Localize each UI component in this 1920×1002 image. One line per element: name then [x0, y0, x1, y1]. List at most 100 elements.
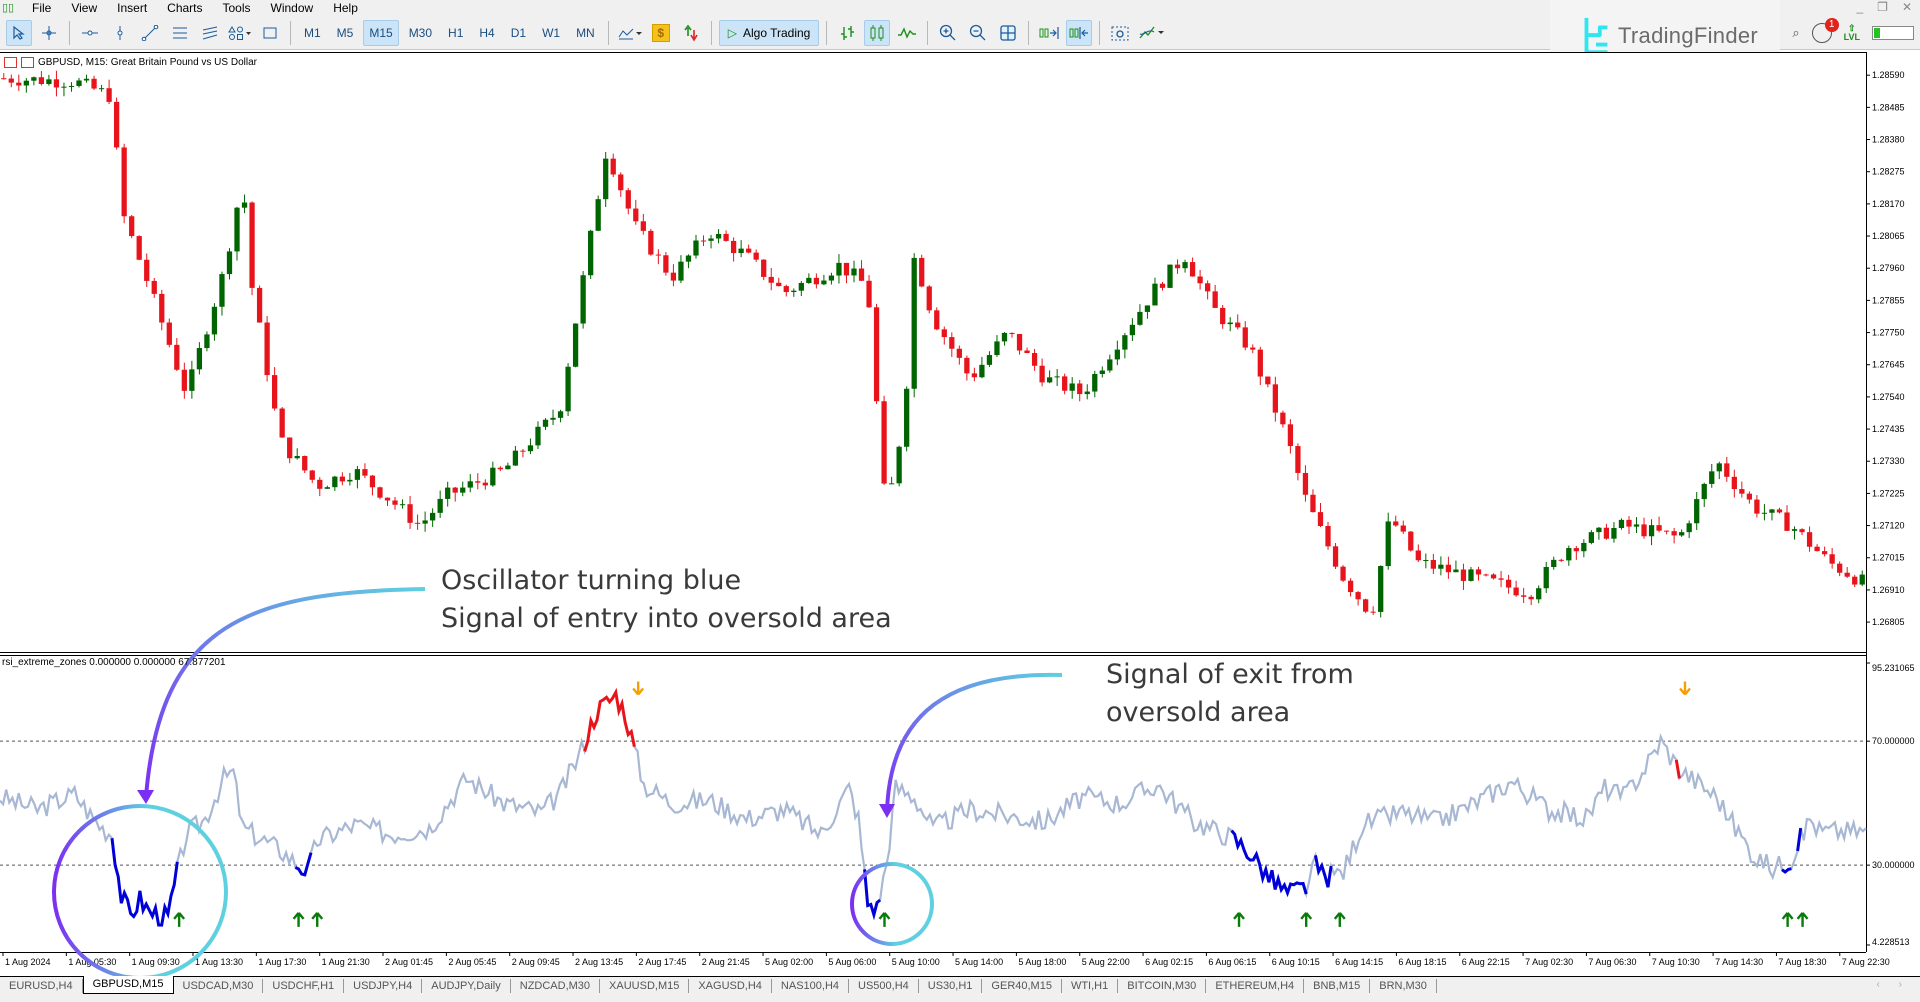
- candle-body: [8, 78, 14, 83]
- screenshot-icon[interactable]: [1107, 20, 1133, 46]
- chart-canvas[interactable]: 1.28590 1.28485 1.28380 1.28275 1.28170 1.280…: [0, 52, 1920, 980]
- candle-body: [715, 233, 722, 239]
- timeframe-m1[interactable]: M1: [298, 20, 327, 46]
- price-tick-label: 1.28065: [1872, 231, 1905, 241]
- menu-tools[interactable]: Tools: [213, 1, 261, 15]
- symbol-tab[interactable]: XAGUSD,H4: [689, 978, 772, 993]
- symbol-tab[interactable]: ETHEREUM,H4: [1206, 978, 1305, 993]
- chart-template-icon[interactable]: [21, 57, 34, 68]
- notifications-icon[interactable]: 1: [1811, 18, 1839, 43]
- annotation-exit-line2: oversold area: [1106, 697, 1291, 728]
- restore-icon[interactable]: ❐: [1877, 0, 1888, 14]
- shapes-icon[interactable]: [227, 20, 253, 46]
- candle-body: [949, 337, 955, 349]
- timeframe-w1[interactable]: W1: [536, 20, 566, 46]
- crosshair-icon[interactable]: [36, 20, 62, 46]
- vertical-line-icon[interactable]: [107, 20, 133, 46]
- candle-body: [377, 487, 383, 498]
- candle-body: [354, 469, 361, 480]
- symbol-tab[interactable]: US30,H1: [919, 978, 983, 993]
- candlestick-icon[interactable]: [864, 19, 891, 46]
- menu-file[interactable]: File: [22, 1, 61, 15]
- menu-window[interactable]: Window: [261, 1, 324, 15]
- equidistant-channel-icon[interactable]: [167, 20, 193, 46]
- candle-body: [1656, 525, 1662, 531]
- chart-type-dropdown[interactable]: [616, 20, 644, 46]
- oscillator-oversold-segment: [294, 852, 313, 877]
- symbol-tab[interactable]: AUDJPY,Daily: [422, 978, 511, 993]
- symbol-tab[interactable]: EURUSD,H4: [0, 978, 83, 993]
- symbol-tab[interactable]: US500,H4: [849, 978, 919, 993]
- symbol-tab[interactable]: USDJPY,H4: [344, 978, 423, 993]
- algo-trading-button[interactable]: ▷ Algo Trading: [718, 19, 820, 46]
- candle-body: [791, 290, 797, 293]
- autoscroll-icon[interactable]: [1036, 20, 1062, 46]
- candle-body: [144, 259, 150, 281]
- fibonacci-icon[interactable]: [197, 20, 223, 46]
- timeframe-mn[interactable]: MN: [570, 20, 601, 46]
- zoom-in-icon[interactable]: [935, 20, 961, 46]
- symbol-tab[interactable]: USDCHF,H1: [263, 978, 345, 993]
- symbol-tab[interactable]: BNB,M15: [1304, 978, 1371, 993]
- chart-shift-icon[interactable]: [1066, 19, 1093, 46]
- bar-chart-icon[interactable]: [834, 20, 860, 46]
- price-tick-label: 1.28485: [1872, 102, 1905, 112]
- candle-body: [1393, 521, 1399, 526]
- candle-body: [189, 369, 195, 391]
- candle-body: [1581, 542, 1587, 552]
- candle-body: [422, 520, 428, 524]
- menu-charts[interactable]: Charts: [157, 1, 212, 15]
- trendline-icon[interactable]: [137, 20, 163, 46]
- timeframe-m5[interactable]: M5: [331, 20, 360, 46]
- candle-body: [648, 230, 654, 255]
- oscillator-oversold-segment: [1781, 867, 1792, 874]
- trading-icon[interactable]: $: [648, 20, 674, 46]
- candle-body: [1347, 580, 1354, 593]
- zoom-out-icon[interactable]: [965, 20, 991, 46]
- candle-body: [655, 254, 662, 256]
- symbol-tab[interactable]: GER40,M15: [982, 978, 1062, 993]
- symbol-tab[interactable]: USDCAD,M30: [174, 978, 264, 993]
- symbol-tab[interactable]: BITCOIN,M30: [1118, 978, 1207, 993]
- buy-arrow-icon: [878, 912, 891, 927]
- symbol-tab[interactable]: BRN,M30: [1370, 978, 1437, 993]
- indicators-icon[interactable]: [1137, 20, 1167, 46]
- minimize-icon[interactable]: _: [1856, 0, 1863, 14]
- cursor-icon[interactable]: [6, 19, 32, 46]
- search-icon[interactable]: ⌕: [1792, 25, 1799, 41]
- timeframe-h4[interactable]: H4: [473, 20, 500, 46]
- timeframe-d1[interactable]: D1: [505, 20, 532, 46]
- tab-scroll-arrows[interactable]: ‹ ›: [1877, 979, 1910, 990]
- timeframe-h1[interactable]: H1: [442, 20, 469, 46]
- candle-body: [181, 369, 187, 391]
- oscillator-axis: 95.231065 70.000000 30.000000 4.228513: [1866, 662, 1915, 947]
- candle-body: [1287, 424, 1294, 447]
- candle-body: [904, 388, 910, 447]
- rectangle-icon[interactable]: [257, 20, 283, 46]
- buy-sell-icon[interactable]: [678, 20, 704, 46]
- candle-body: [1423, 560, 1429, 562]
- symbol-tab[interactable]: WTI,H1: [1062, 978, 1119, 993]
- symbol-tab[interactable]: NZDCAD,M30: [511, 978, 601, 993]
- price-tick-label: 1.27015: [1872, 553, 1905, 563]
- highlight-circle-exit: [850, 862, 934, 946]
- tile-windows-icon[interactable]: [995, 20, 1021, 46]
- symbol-tab[interactable]: NAS100,H4: [772, 978, 850, 993]
- candle-body: [986, 355, 993, 365]
- timeframe-m15[interactable]: M15: [363, 19, 399, 46]
- chart-window[interactable]: 1.28590 1.28485 1.28380 1.28275 1.28170 1.280…: [0, 52, 1920, 980]
- menu-insert[interactable]: Insert: [107, 1, 157, 15]
- time-tick-label: 2 Aug 13:45: [575, 957, 623, 967]
- horizontal-line-icon[interactable]: [77, 20, 103, 46]
- line-chart-icon[interactable]: [894, 20, 920, 46]
- symbol-tab[interactable]: XAUUSD,M15: [600, 978, 690, 993]
- candle-body: [384, 497, 391, 501]
- menu-help[interactable]: Help: [323, 1, 368, 15]
- symbol-tab[interactable]: GBPUSD,M15: [82, 976, 174, 994]
- menu-view[interactable]: View: [61, 1, 107, 15]
- chart-properties-icon[interactable]: [4, 57, 17, 68]
- candle-body: [761, 259, 767, 277]
- close-icon[interactable]: ✕: [1902, 0, 1912, 14]
- oscillator-tick-label: 30.000000: [1872, 860, 1915, 870]
- timeframe-m30[interactable]: M30: [403, 20, 438, 46]
